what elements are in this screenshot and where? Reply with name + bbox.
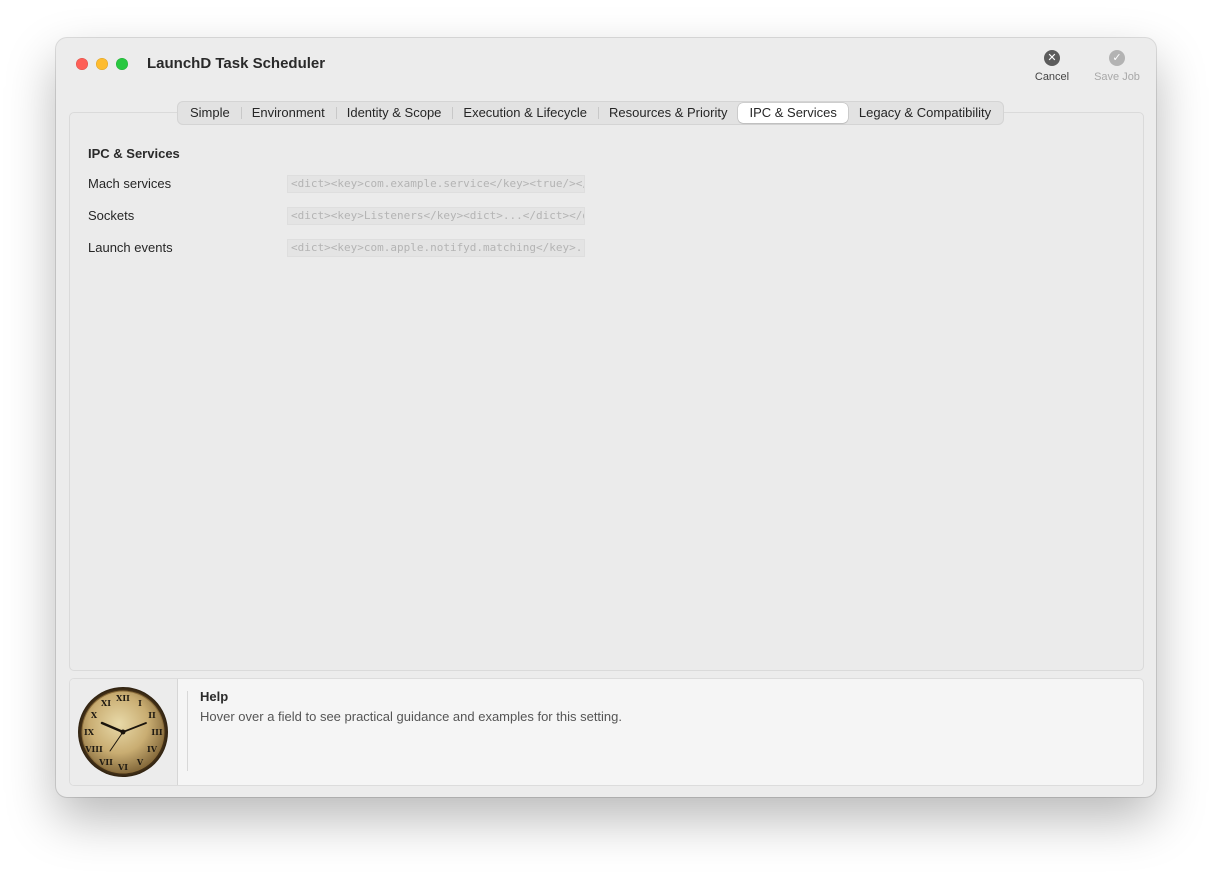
svg-text:VI: VI bbox=[117, 762, 128, 772]
save-job-label: Save Job bbox=[1094, 71, 1140, 83]
sockets-label: Sockets bbox=[88, 208, 135, 223]
svg-text:II: II bbox=[148, 710, 156, 720]
tab-execution-lifecycle[interactable]: Execution & Lifecycle bbox=[452, 103, 598, 123]
svg-text:XI: XI bbox=[101, 698, 111, 708]
svg-text:VII: VII bbox=[98, 757, 113, 767]
svg-text:IX: IX bbox=[84, 727, 95, 737]
svg-text:X: X bbox=[91, 710, 98, 720]
svg-text:VIII: VIII bbox=[84, 744, 103, 754]
tab-identity-scope[interactable]: Identity & Scope bbox=[335, 103, 453, 123]
svg-text:IV: IV bbox=[147, 744, 158, 754]
tab-bar: Simple Environment Identity & Scope Exec… bbox=[177, 101, 1005, 125]
tab-resources-priority[interactable]: Resources & Priority bbox=[597, 103, 738, 123]
clock-icon: XII III VI IX I II IV V VII VIII X XI bbox=[78, 687, 168, 777]
svg-text:XII: XII bbox=[116, 693, 130, 703]
tab-content-panel bbox=[69, 112, 1144, 671]
help-text: Hover over a field to see practical guid… bbox=[200, 709, 623, 724]
cancel-x-icon: ✕ bbox=[1044, 50, 1060, 66]
svg-text:III: III bbox=[151, 727, 162, 737]
tab-environment[interactable]: Environment bbox=[240, 103, 336, 123]
cancel-button[interactable]: ✕ Cancel bbox=[1017, 50, 1087, 83]
sockets-field[interactable]: <dict><key>Listeners</key><dict>...</dic… bbox=[287, 207, 585, 225]
mach-services-label: Mach services bbox=[88, 176, 172, 191]
tab-simple[interactable]: Simple bbox=[179, 103, 241, 123]
zoom-window-button[interactable] bbox=[116, 58, 128, 70]
checkmark-icon: ✓ bbox=[1109, 50, 1125, 66]
mach-services-field[interactable]: <dict><key>com.example.service</key><tru… bbox=[287, 175, 585, 193]
save-job-button[interactable]: ✓ Save Job bbox=[1082, 50, 1152, 83]
launch-events-label: Launch events bbox=[88, 240, 173, 255]
svg-text:V: V bbox=[136, 757, 144, 767]
close-window-button[interactable] bbox=[76, 58, 88, 70]
window-title: LaunchD Task Scheduler bbox=[147, 55, 326, 72]
help-title: Help bbox=[200, 689, 229, 704]
cancel-label: Cancel bbox=[1034, 71, 1070, 83]
help-panel: XII III VI IX I II IV V VII VIII X XI He… bbox=[69, 678, 1144, 786]
tab-legacy-compatibility[interactable]: Legacy & Compatibility bbox=[848, 103, 1002, 123]
help-image: XII III VI IX I II IV V VII VIII X XI bbox=[70, 679, 178, 785]
app-window: LaunchD Task Scheduler ✕ Cancel ✓ Save J… bbox=[56, 38, 1156, 797]
launch-events-field[interactable]: <dict><key>com.apple.notifyd.matching</k… bbox=[287, 239, 585, 257]
help-separator bbox=[187, 691, 188, 771]
title-bar: LaunchD Task Scheduler ✕ Cancel ✓ Save J… bbox=[56, 38, 1156, 98]
tab-ipc-services[interactable]: IPC & Services bbox=[738, 103, 848, 123]
minimize-window-button[interactable] bbox=[96, 58, 108, 70]
section-title: IPC & Services bbox=[88, 146, 180, 161]
svg-text:I: I bbox=[138, 698, 142, 708]
